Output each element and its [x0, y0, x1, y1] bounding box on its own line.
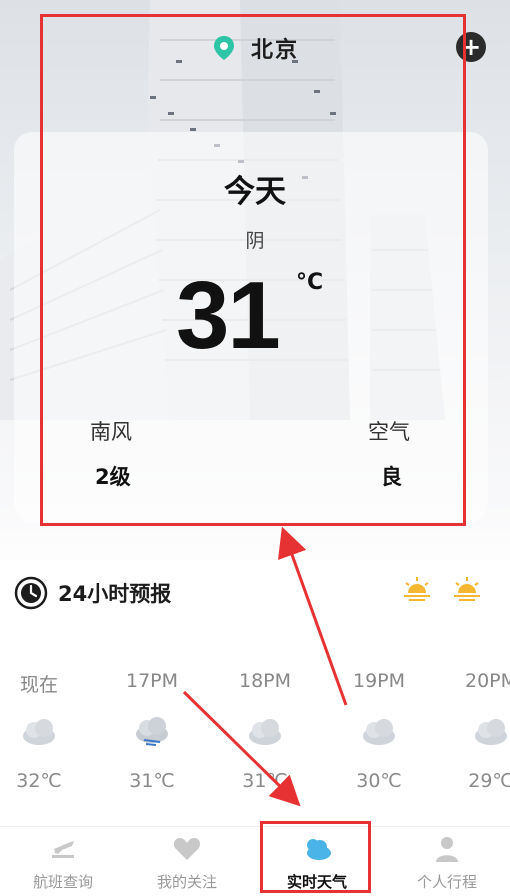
sunset-icon: [454, 577, 480, 601]
hour-temperature: 31℃: [242, 770, 288, 792]
hour-temperature: 29℃: [468, 770, 510, 792]
nav-flight-query[interactable]: 航班查询: [8, 827, 118, 896]
hour-time: 19PM: [352, 670, 406, 692]
heart-icon: [173, 838, 201, 860]
hour-temperature: 32℃: [16, 770, 62, 792]
cloud-icon: [249, 719, 281, 745]
hour-temperature: 30℃: [356, 770, 402, 792]
hour-temperature: 31℃: [129, 770, 175, 792]
annotation-nav-highlight-box: [260, 821, 371, 893]
clock-icon: [14, 576, 48, 610]
hour-time: 17PM: [125, 670, 179, 692]
forecast-header: 24小时预报: [14, 575, 171, 611]
nav-label: 航班查询: [32, 873, 93, 891]
hour-time: 18PM: [238, 670, 292, 692]
hour-time: 20PM: [464, 670, 510, 692]
cloud-icon: [475, 719, 507, 745]
sunrise-icon: [404, 577, 430, 601]
forecast-title: 24小时预报: [58, 582, 172, 606]
cloud-icon: [363, 719, 395, 745]
hour-item: 17PM 31℃: [117, 670, 187, 792]
hour-item: 19PM 30℃: [344, 670, 414, 792]
nav-label: 我的关注: [156, 873, 217, 891]
annotation-highlight-box: [40, 14, 466, 526]
nav-personal-trip[interactable]: 个人行程: [392, 827, 502, 896]
hour-item: 20PM 29℃: [456, 670, 510, 792]
plane-icon: [52, 841, 74, 858]
hour-time: 现在: [19, 674, 58, 696]
cloud-rain-icon: [136, 717, 168, 746]
cloud-icon: [23, 719, 55, 745]
hour-item: 现在 32℃: [4, 670, 74, 792]
nav-my-follow[interactable]: 我的关注: [132, 827, 242, 896]
nav-label: 个人行程: [416, 873, 477, 891]
person-icon: [436, 837, 458, 862]
hour-item: 18PM 31℃: [230, 670, 300, 792]
bottom-navigation: 航班查询 我的关注 实时天气 个人行程: [0, 826, 510, 896]
